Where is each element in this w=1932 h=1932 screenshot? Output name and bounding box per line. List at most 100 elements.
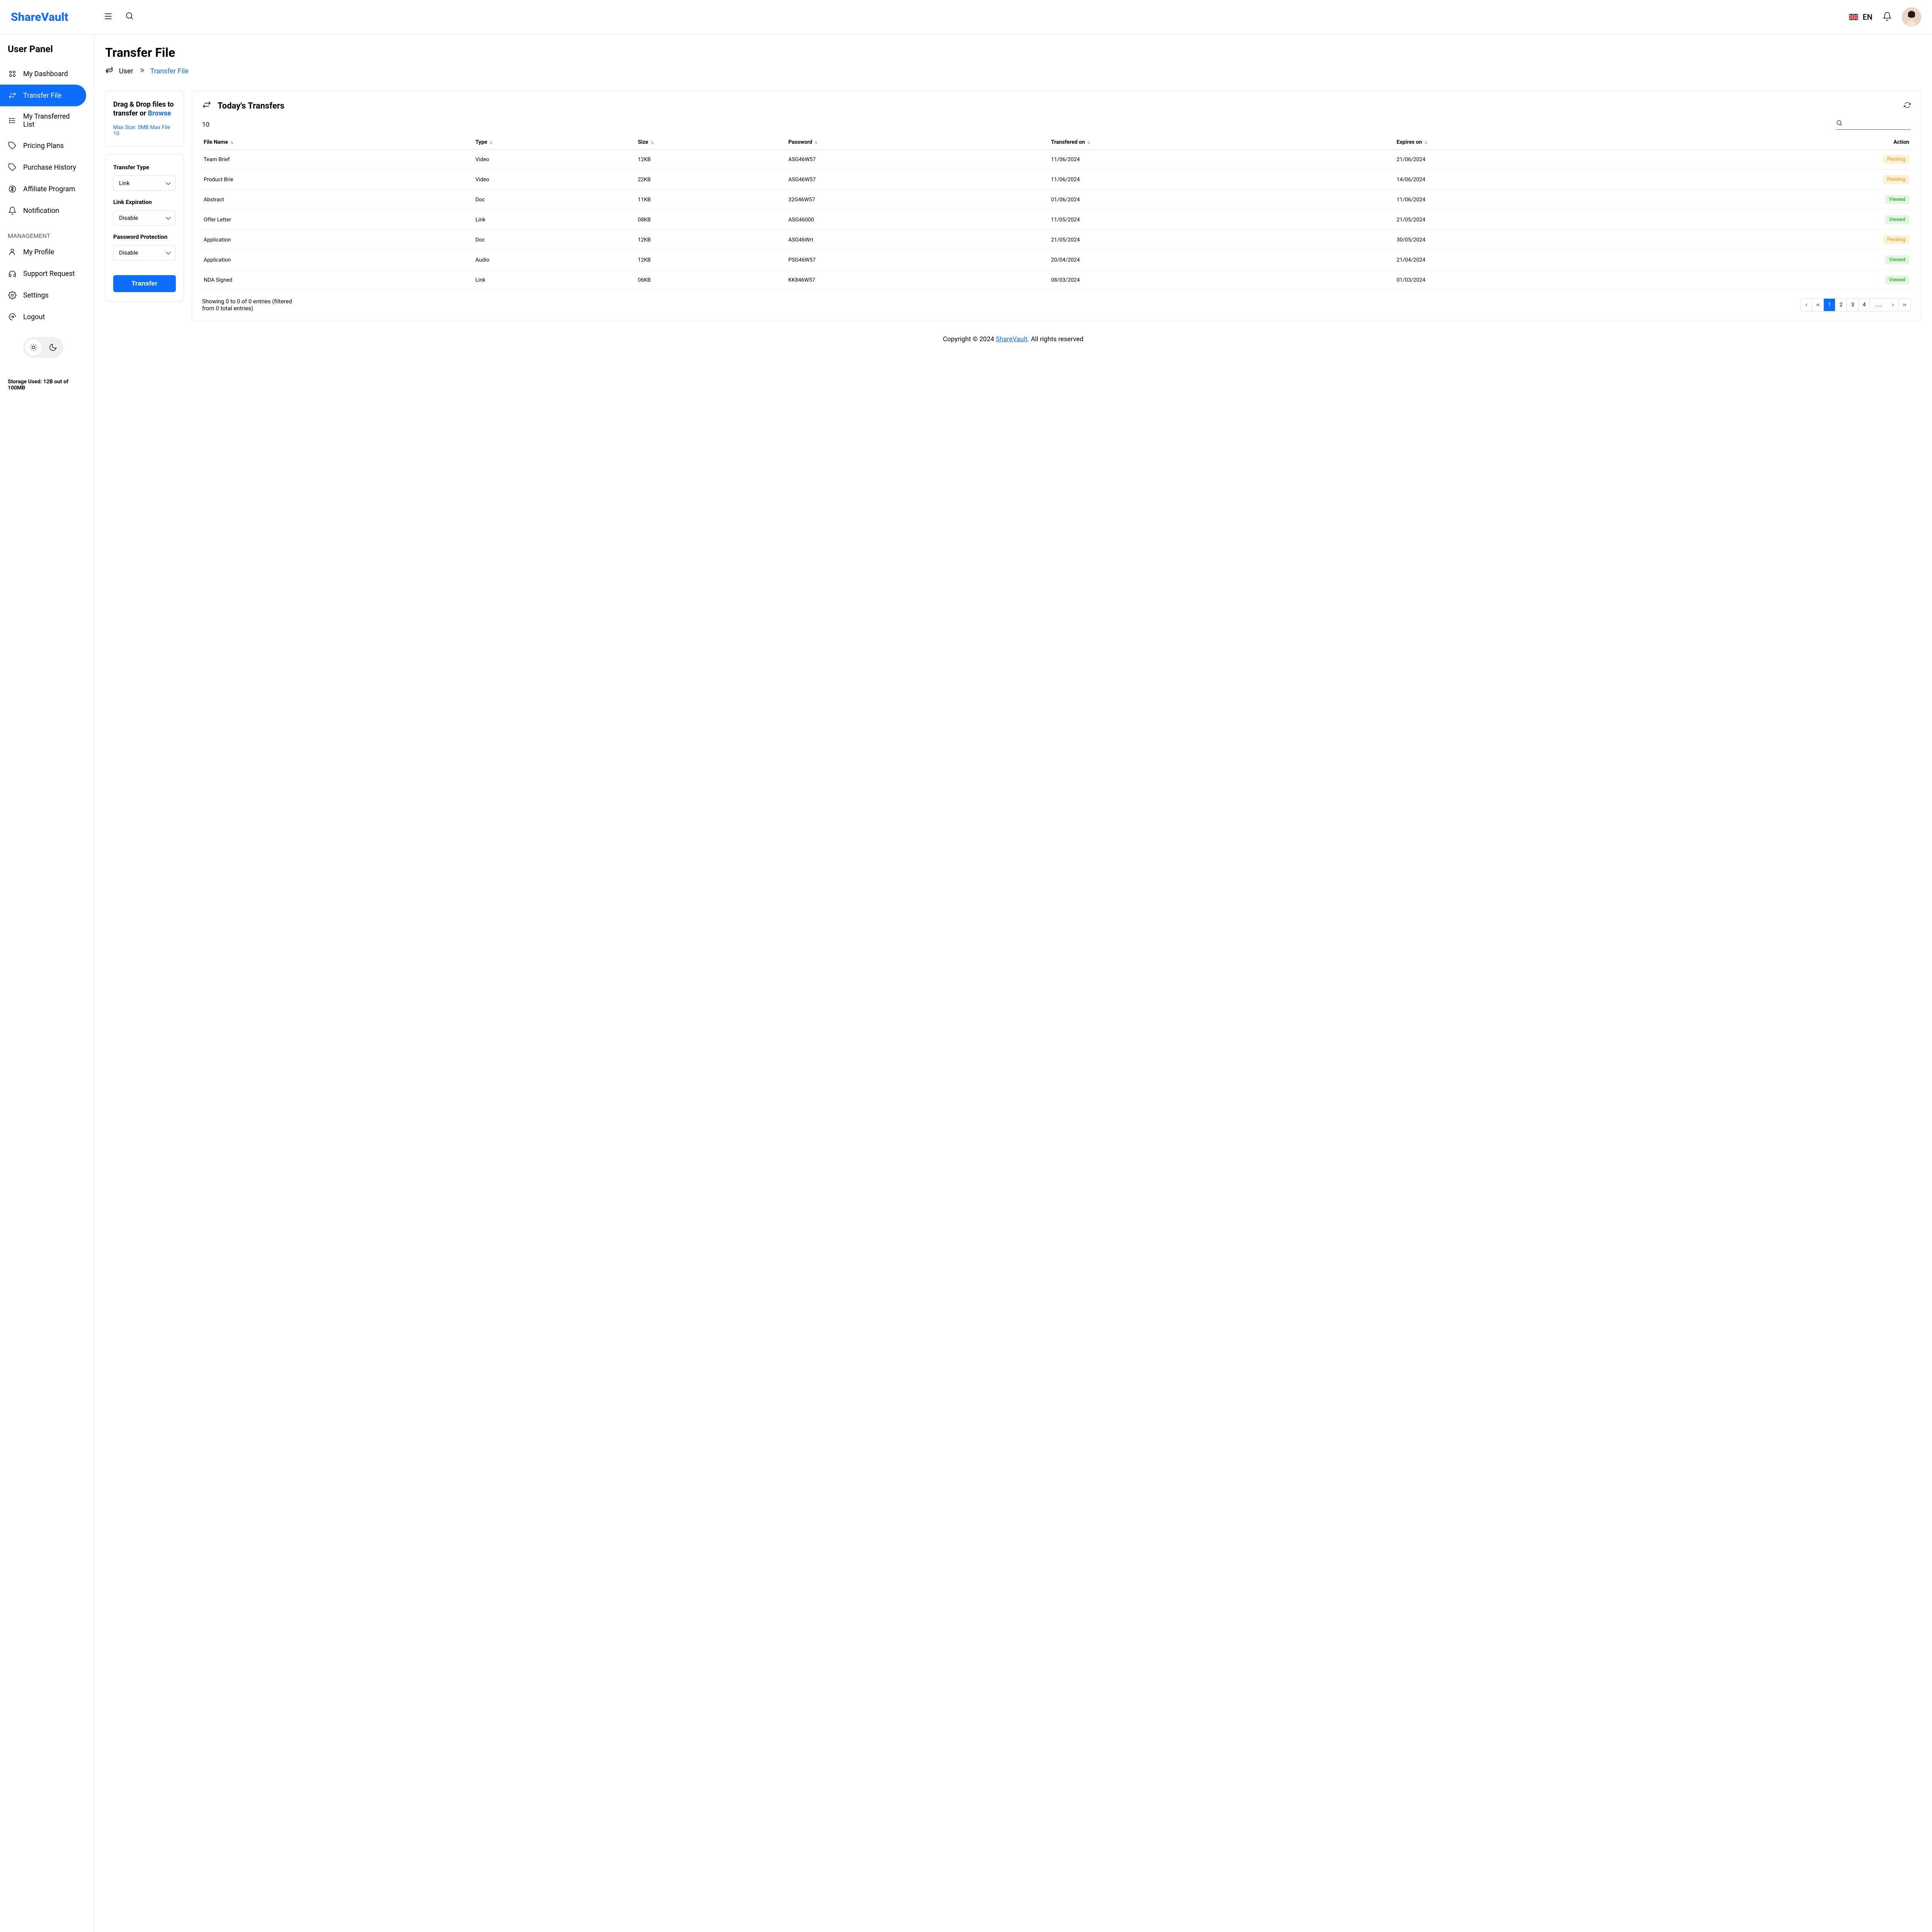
cell-password: ASG46W57 [787, 170, 1049, 190]
sidebar-item-label: My Transferred List [23, 112, 78, 129]
cell-password: KK846W57 [787, 270, 1049, 290]
sidebar-item-logout[interactable]: Logout [0, 306, 86, 328]
status-badge: Pending [1883, 155, 1909, 164]
logout-icon [8, 312, 17, 321]
cell-password: ASG46000 [787, 210, 1049, 230]
status-badge: Pending [1883, 175, 1909, 184]
dropzone-sub: Max Size: 5MB Max File 10 [113, 124, 176, 137]
sidebar-item-pricing-plans[interactable]: Pricing Plans [0, 135, 86, 156]
status-badge: Viewed [1885, 255, 1909, 264]
column-header[interactable]: Expires on↑↓ [1395, 135, 1669, 150]
column-header[interactable]: Transfered on↑↓ [1049, 135, 1395, 150]
management-section-label: MANAGEMENT [0, 224, 94, 241]
page-first[interactable] [1812, 299, 1824, 311]
cell-password: 32G46W57 [787, 190, 1049, 210]
password-protection-select[interactable]: Disable [113, 245, 176, 260]
sidebar-item-label: My Dashboard [23, 70, 68, 78]
column-header[interactable]: Password↑↓ [787, 135, 1049, 150]
sidebar-item-label: Affiliate Program [23, 185, 75, 193]
table-title: Today's Transfers [202, 100, 284, 112]
cell-transfered: 01/06/2024 [1049, 190, 1395, 210]
sidebar-item-label: Transfer File [23, 92, 61, 100]
column-header[interactable]: File Name↑↓ [202, 135, 474, 150]
menu-icon[interactable] [103, 11, 113, 23]
transfer-icon [8, 91, 17, 100]
transfer-type-select[interactable]: Link [113, 175, 176, 191]
cell-action: Pending [1670, 230, 1911, 250]
language-selector[interactable]: EN [1849, 12, 1873, 22]
page-size[interactable]: 10 [202, 121, 209, 129]
cell-type: Link [474, 210, 636, 230]
page-number[interactable]: 2 [1835, 299, 1847, 311]
table-row: Offer LetterLink08KBASG4600011/05/202421… [202, 210, 1911, 230]
cell-transfered: 11/06/2024 [1049, 150, 1395, 170]
search-icon[interactable] [125, 11, 134, 23]
link-expiration-select[interactable]: Disable [113, 210, 176, 226]
transfer-icon [202, 100, 211, 112]
dark-mode-button[interactable] [45, 339, 61, 355]
sidebar-item-purchase-history[interactable]: Purchase History [0, 156, 86, 178]
sidebar-item-transfer-file[interactable]: Transfer File [0, 85, 86, 106]
transfer-type-label: Transfer Type [113, 164, 176, 171]
page-number[interactable]: 1 [1824, 299, 1835, 311]
cell-file: Application [202, 230, 474, 250]
chevron-double-right-icon [139, 67, 145, 75]
column-header[interactable]: Size↑↓ [636, 135, 787, 150]
cell-password: ASG46Wrt [787, 230, 1049, 250]
sidebar-item-label: Purchase History [23, 163, 76, 172]
page-next[interactable] [1887, 299, 1899, 311]
pricing-icon [8, 141, 17, 150]
cell-type: Audio [474, 250, 636, 270]
page-number[interactable]: 4 [1859, 299, 1870, 311]
sidebar-item-support-request[interactable]: Support Request [0, 263, 86, 284]
cell-action: Viewed [1670, 190, 1911, 210]
showing-text: Showing 0 to 0 of 0 entries (filtered fr… [202, 298, 303, 312]
cell-size: 06KB [636, 270, 787, 290]
cell-password: PSG46W57 [787, 250, 1049, 270]
sidebar-item-label: My Profile [23, 248, 54, 256]
sidebar-item-notification[interactable]: Notification [0, 200, 86, 221]
bell-icon[interactable] [1883, 12, 1892, 22]
refresh-icon[interactable] [1904, 102, 1911, 110]
table-search[interactable] [1836, 119, 1911, 130]
browse-link[interactable]: Browse [148, 109, 171, 117]
bell-icon [8, 206, 17, 215]
status-badge: Viewed [1885, 215, 1909, 224]
column-header[interactable]: Type↑↓ [474, 135, 636, 150]
sidebar-item-my-dashboard[interactable]: My Dashboard [0, 63, 86, 85]
cell-file: Offer Letter [202, 210, 474, 230]
light-mode-button[interactable] [26, 339, 42, 355]
cell-expires: 21/04/2024 [1395, 250, 1669, 270]
footer: Copyright © 2024 ShareVault. All rights … [105, 321, 1921, 357]
breadcrumb-root[interactable]: User [119, 67, 133, 75]
column-header[interactable]: Action [1670, 135, 1911, 150]
link-expiration-label: Link Expiration [113, 199, 176, 206]
sidebar-item-settings[interactable]: Settings [0, 284, 86, 306]
page-last[interactable] [1899, 299, 1910, 311]
cell-action: Pending [1670, 150, 1911, 170]
logo[interactable]: ShareVault [11, 10, 68, 24]
cell-transfered: 21/05/2024 [1049, 230, 1395, 250]
footer-link[interactable]: ShareVault [996, 335, 1027, 343]
sidebar-item-label: Pricing Plans [23, 142, 64, 150]
cell-file: Abstract [202, 190, 474, 210]
cell-file: Team Brief [202, 150, 474, 170]
search-input[interactable] [1846, 121, 1911, 127]
dropzone-card: Drag & Drop files to transfer or Browse … [105, 90, 184, 146]
content: Transfer File User Transfer File Drag & … [94, 34, 1932, 1932]
cell-size: 11KB [636, 190, 787, 210]
page-number[interactable]: ..... [1870, 299, 1887, 311]
transfer-button[interactable]: Transfer [113, 275, 176, 292]
sidebar: User Panel My DashboardTransfer FileMy T… [0, 34, 94, 1932]
status-badge: Viewed [1885, 195, 1909, 204]
sidebar-item-my-profile[interactable]: My Profile [0, 241, 86, 263]
page-number[interactable]: 3 [1847, 299, 1859, 311]
sidebar-item-my-transferred-list[interactable]: My Transferred List [0, 106, 86, 135]
cell-action: Viewed [1670, 270, 1911, 290]
avatar[interactable] [1902, 7, 1921, 27]
sidebar-item-affiliate-program[interactable]: Affiliate Program [0, 178, 86, 200]
cell-transfered: 11/06/2024 [1049, 170, 1395, 190]
cell-transfered: 11/05/2024 [1049, 210, 1395, 230]
page-prev[interactable] [1801, 299, 1812, 311]
cell-password: ASG46W57 [787, 150, 1049, 170]
